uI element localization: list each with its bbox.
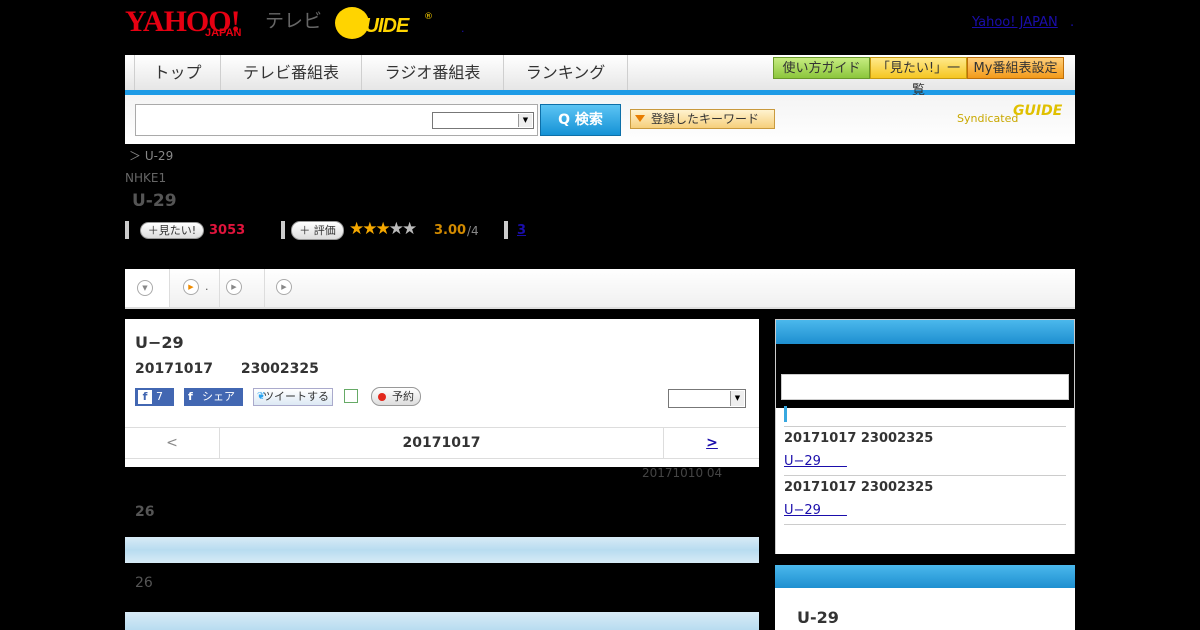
section-header-band	[125, 612, 759, 630]
tab-3[interactable]: ▶	[220, 269, 265, 307]
saved-keywords-button[interactable]: 登録したキーワード	[630, 109, 775, 129]
divider-bar	[281, 221, 285, 239]
search-genre-select[interactable]: ▼	[432, 112, 534, 129]
broadcast-datetime: 20171017 23002325	[135, 361, 319, 377]
triangle-down-icon	[635, 115, 645, 122]
calendar-add-icon[interactable]	[344, 389, 358, 403]
sidebar-box2-header	[775, 565, 1075, 588]
rate-button[interactable]: ＋ 評価	[291, 221, 344, 240]
star-filled-icon: ★	[362, 219, 377, 239]
yahoo-japan-link[interactable]: Yahoo! JAPAN	[972, 15, 1058, 30]
search-bar: ▼ Q 検索 登録したキーワード Syndicated GUIDE	[125, 95, 1075, 144]
star-filled-icon: ★	[349, 219, 364, 239]
nav-divider	[125, 55, 135, 90]
sidebar-box2-title: U-29	[797, 608, 839, 627]
sidebar-box2: U-29	[775, 588, 1075, 630]
header-link[interactable]: .	[461, 22, 465, 35]
program-tabs: ▼ ▶ . ▶ ▶	[125, 269, 1075, 309]
next-date-link[interactable]: >	[663, 428, 760, 458]
play-icon: ▶	[276, 279, 292, 295]
list-item: 20171017 23002325 U−29	[784, 475, 1066, 525]
facebook-share-label: シェア	[202, 390, 235, 403]
sidebar-input[interactable]	[781, 374, 1069, 400]
review-count-link[interactable]: 3	[517, 223, 526, 238]
rating-max: /4	[467, 224, 479, 238]
tab-4[interactable]: ▶	[265, 269, 309, 307]
nav-item-tv-listings[interactable]: テレビ番組表	[221, 55, 362, 90]
tab-2-label: .	[205, 280, 209, 293]
chevron-down-icon: ▼	[730, 391, 744, 406]
tv-logo-text[interactable]: テレビ	[265, 6, 322, 33]
usage-guide-button[interactable]: 使い方ガイド	[773, 57, 870, 79]
facebook-icon: f	[188, 390, 193, 403]
chevron-down-icon: ▼	[137, 280, 153, 296]
g-guide-logo-text[interactable]: GUIDE	[350, 15, 409, 38]
previous-date-button[interactable]: <	[125, 428, 220, 458]
tab-1[interactable]: ▼	[125, 269, 170, 307]
my-listings-settings-button[interactable]: My番組表設定	[967, 57, 1064, 79]
reserve-label: 予約	[392, 390, 414, 403]
syndicated-label: Syndicated	[957, 112, 1019, 125]
play-icon: ▶	[226, 279, 242, 295]
tab-2[interactable]: ▶ .	[170, 269, 220, 307]
star-empty-icon: ★	[388, 219, 404, 239]
facebook-icon: f	[138, 390, 152, 404]
tweet-button[interactable]: ❦ ツイートする	[253, 388, 333, 406]
nav-item-radio-listings[interactable]: ラジオ番組表	[362, 55, 504, 90]
record-dot-icon	[378, 393, 386, 401]
rating-value: 3.00	[434, 223, 467, 238]
play-icon: ▶	[183, 279, 199, 295]
broadcast-title: U−29	[135, 333, 184, 352]
facebook-like-count: 7	[156, 390, 163, 403]
divider-bar	[504, 221, 508, 239]
reminder-select[interactable]: ▼	[668, 389, 746, 408]
header-link-dot[interactable]: .	[1070, 15, 1074, 30]
global-nav: トップ テレビ番組表 ラジオ番組表 ランキング 使い方ガイド 「見たい!」一覧 …	[125, 55, 1075, 98]
rating-stars: ★★★★★	[349, 219, 417, 239]
search-button[interactable]: Q 検索	[540, 104, 621, 136]
section-number: 26	[135, 575, 153, 591]
registered-mark: ®	[424, 12, 433, 22]
list-item-link[interactable]: U−29	[784, 450, 847, 469]
tweet-label: ツイートする	[263, 390, 329, 403]
want-to-watch-list-button[interactable]: 「見たい!」一覧	[870, 57, 967, 98]
channel-name: NHKE1	[125, 171, 167, 185]
sidebar-accent-bar	[784, 406, 787, 422]
updated-timestamp: 20171010 04	[642, 466, 723, 480]
list-item-datetime: 20171017 23002325	[784, 480, 934, 495]
section-header-band	[125, 537, 759, 563]
syndicated-g-guide-logo: GUIDE	[1013, 103, 1063, 119]
sidebar-broadcast-box: 20171017 23002325 U−29 20171017 23002325…	[775, 319, 1075, 554]
list-item-link[interactable]: U−29	[784, 499, 847, 518]
star-empty-icon: ★	[402, 219, 417, 239]
twitter-bird-icon: ❦	[257, 391, 266, 402]
saved-keywords-label: 登録したキーワード	[651, 112, 760, 126]
facebook-like-button[interactable]: f7	[135, 388, 174, 406]
list-item: 20171017 23002325 U−29	[784, 426, 1066, 475]
reserve-recording-button[interactable]: 予約	[371, 387, 421, 406]
want-to-watch-count: 3053	[209, 223, 246, 238]
section-number: 26	[135, 504, 155, 520]
yahoo-japan-logo-text: JAPAN	[205, 27, 242, 39]
list-item-datetime: 20171017 23002325	[784, 431, 934, 446]
nav-item-top[interactable]: トップ	[135, 55, 221, 90]
date-navigator: < 20171017 >	[125, 427, 759, 459]
sidebar-box-header	[776, 320, 1074, 344]
want-to-watch-button[interactable]: ＋見たい!	[140, 222, 204, 239]
nav-item-ranking[interactable]: ランキング	[504, 55, 628, 90]
broadcast-detail-panel: U−29 20171017 23002325 f7 f シェア ❦ ツイートする 予…	[125, 319, 759, 467]
current-date: 20171017	[402, 435, 481, 451]
program-title: U-29	[132, 191, 177, 211]
star-filled-icon: ★	[375, 219, 391, 239]
chevron-down-icon: ▼	[518, 114, 532, 127]
facebook-share-button[interactable]: f シェア	[184, 388, 243, 406]
divider-bar	[125, 221, 129, 239]
breadcrumb: ＞ U-29	[129, 149, 174, 163]
